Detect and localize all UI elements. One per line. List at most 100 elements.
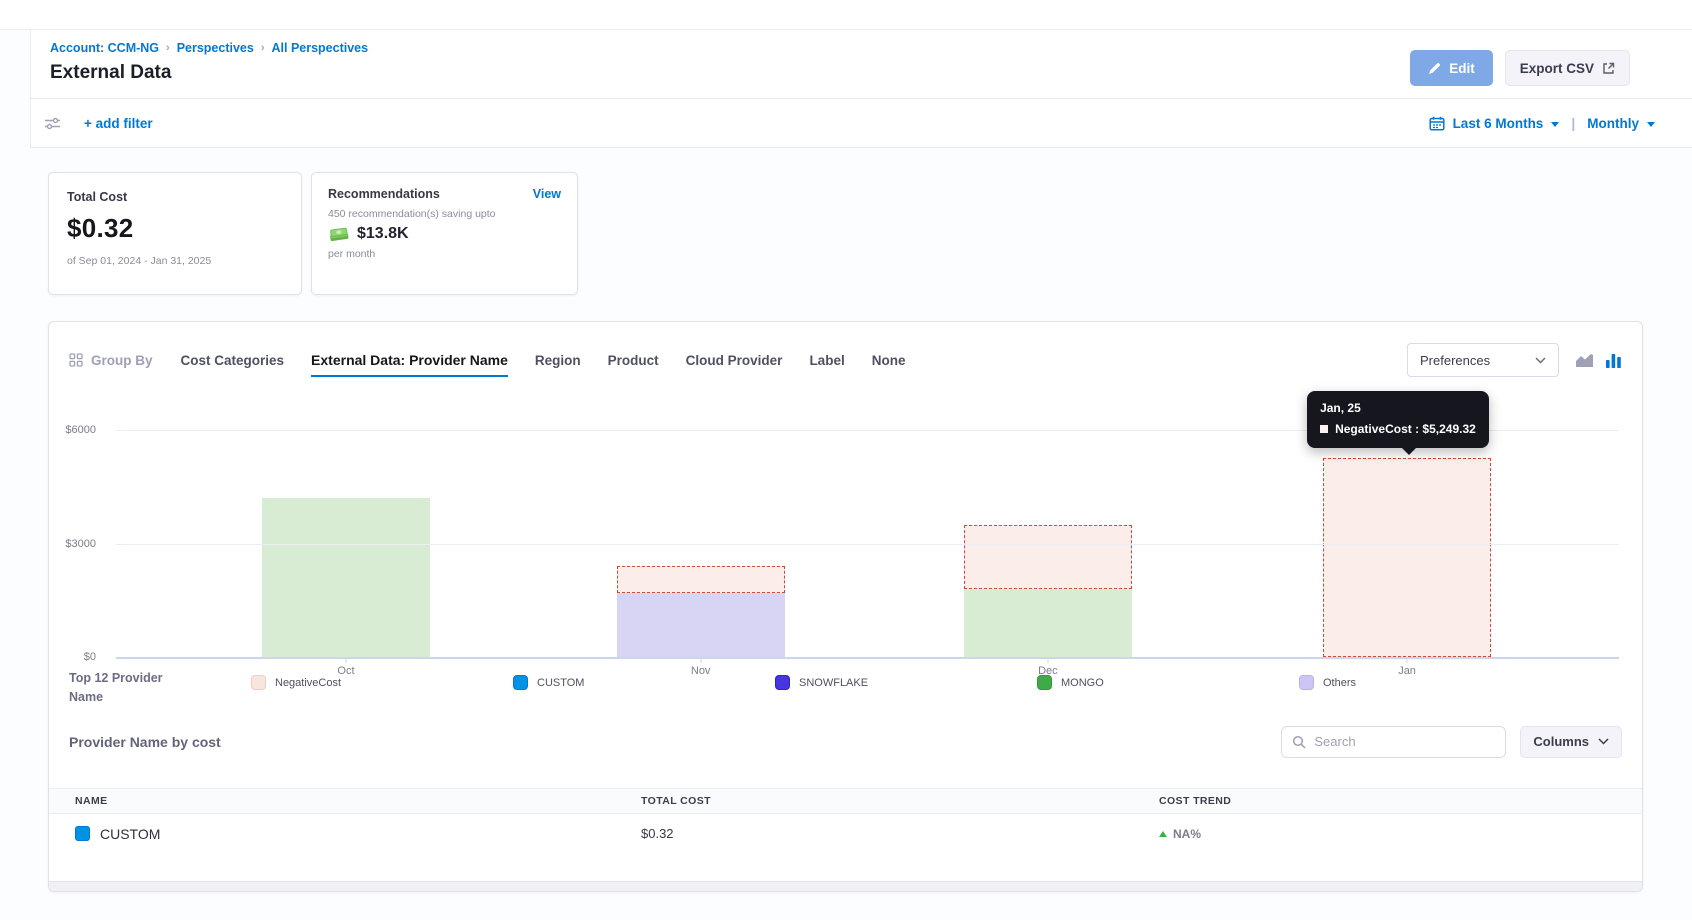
total-cost-value: $0.32	[67, 213, 283, 244]
date-controls: Last 6 Months | Monthly	[1429, 115, 1655, 131]
search-icon	[1292, 735, 1306, 749]
area-chart-icon[interactable]	[1575, 353, 1594, 368]
columns-button-label: Columns	[1533, 734, 1589, 749]
top-window-strip	[0, 0, 1692, 30]
x-axis-label-jan: Jan	[1398, 665, 1416, 677]
groupby-tab-product[interactable]: Product	[608, 353, 659, 368]
perspective-panel: Group By Cost Categories External Data: P…	[48, 321, 1643, 892]
legend-label: NegativeCost	[275, 677, 341, 689]
recommendations-title: Recommendations	[328, 187, 440, 201]
total-cost-title: Total Cost	[67, 190, 283, 204]
row-name-cell: CUSTOM	[75, 826, 641, 842]
preferences-select[interactable]: Preferences	[1407, 343, 1559, 377]
legend-item-mongo[interactable]: MONGO	[1037, 675, 1299, 690]
group-by-tabs: Cost Categories External Data: Provider N…	[181, 352, 906, 368]
add-filter-button[interactable]: + add filter	[84, 116, 153, 131]
recommendations-cadence: per month	[328, 248, 561, 260]
date-controls-divider: |	[1571, 115, 1575, 131]
granularity-selector[interactable]: Monthly	[1587, 116, 1639, 131]
bar-negativecost-nov[interactable]	[617, 566, 785, 592]
legend-item-snowflake[interactable]: SNOWFLAKE	[775, 675, 1037, 690]
row-color-swatch	[75, 826, 90, 841]
x-axis-label-oct: Oct	[337, 665, 354, 677]
breadcrumb-separator: ›	[261, 42, 265, 54]
legend-swatch-snowflake	[775, 675, 790, 690]
chevron-down-icon[interactable]	[1647, 122, 1655, 127]
legend-swatch-negativecost	[251, 675, 266, 690]
breadcrumb-separator: ›	[166, 42, 170, 54]
external-link-icon	[1602, 62, 1615, 75]
breadcrumb-link-perspectives[interactable]: Perspectives	[177, 41, 254, 55]
legend-label: Others	[1323, 677, 1356, 689]
legend-item-negativecost[interactable]: NegativeCost	[251, 675, 513, 690]
trend-value: NA%	[1173, 827, 1201, 841]
tooltip-date: Jan, 25	[1320, 401, 1476, 415]
legend-title: Top 12 Provider Name	[69, 669, 197, 708]
bar-chart-icon[interactable]	[1605, 353, 1622, 368]
column-header-name[interactable]: NAME	[75, 795, 641, 807]
filter-bar-left: + add filter	[44, 116, 153, 131]
tooltip-series-swatch-icon	[1320, 425, 1328, 433]
recommendations-savings: $13.8K	[357, 225, 409, 243]
chevron-down-icon[interactable]	[1551, 122, 1559, 127]
gridline	[116, 544, 1619, 545]
x-axis-label-nov: Nov	[691, 665, 711, 677]
legend-label: CUSTOM	[537, 677, 584, 689]
chart-controls: Preferences	[1407, 343, 1622, 377]
bar-negativecost-dec[interactable]	[964, 525, 1132, 589]
page-title: External Data	[50, 62, 368, 84]
date-range-selector[interactable]: Last 6 Months	[1453, 116, 1544, 131]
y-axis-tick-label: $6000	[49, 424, 96, 436]
column-header-cost-trend[interactable]: COST TREND	[1159, 795, 1642, 807]
legend-item-custom[interactable]: CUSTOM	[513, 675, 775, 690]
column-header-total-cost[interactable]: TOTAL COST	[641, 795, 1159, 807]
table-toolbar: Provider Name by cost Columns	[49, 726, 1642, 758]
x-axis-label-dec: Dec	[1038, 665, 1058, 677]
chevron-down-icon	[1598, 738, 1609, 745]
group-by-label: Group By	[69, 353, 153, 368]
page-content: Total Cost $0.32 of Sep 01, 2024 - Jan 3…	[0, 148, 1692, 892]
table-search-box	[1281, 726, 1506, 758]
groupby-tab-cloud-provider[interactable]: Cloud Provider	[686, 353, 783, 368]
groupby-tab-none[interactable]: None	[872, 353, 906, 368]
bar-mongo-dec[interactable]	[964, 589, 1132, 657]
search-input[interactable]	[1314, 734, 1495, 749]
group-by-label-text: Group By	[91, 353, 153, 368]
tooltip-series-row: NegativeCost : $5,249.32	[1320, 422, 1476, 436]
page-header-left: Account: CCM-NG › Perspectives › All Perspec…	[50, 41, 368, 84]
bar-negativecost-jan[interactable]	[1323, 458, 1491, 657]
row-name-label: CUSTOM	[100, 826, 160, 842]
legend-label: MONGO	[1061, 677, 1104, 689]
calendar-icon	[1429, 116, 1445, 131]
edit-button-label: Edit	[1449, 61, 1475, 76]
cost-chart: OctNovDecJanJan, 25NegativeCost : $5,249…	[49, 430, 1619, 657]
groupby-tab-region[interactable]: Region	[535, 353, 581, 368]
bar-others-nov[interactable]	[617, 593, 785, 657]
filter-sliders-icon[interactable]	[44, 116, 61, 131]
total-cost-period: of Sep 01, 2024 - Jan 31, 2025	[67, 255, 283, 267]
legend-swatch-others	[1299, 675, 1314, 690]
breadcrumb-link-account-ccm-ng[interactable]: Account: CCM-NG	[50, 41, 159, 55]
export-csv-button[interactable]: Export CSV	[1505, 50, 1630, 86]
table-bottom-scrollbar[interactable]	[49, 881, 1642, 891]
edit-button[interactable]: Edit	[1410, 50, 1493, 86]
chevron-down-icon	[1535, 357, 1546, 364]
gridline	[116, 657, 1619, 659]
table-body: CUSTOM$0.32NA%	[49, 814, 1642, 854]
recommendations-view-link[interactable]: View	[533, 187, 561, 201]
breadcrumb-link-all-perspectives[interactable]: All Perspectives	[272, 41, 369, 55]
recommendations-subtitle: 450 recommendation(s) saving upto	[328, 208, 561, 220]
columns-button[interactable]: Columns	[1520, 726, 1622, 758]
groupby-tab-cost-categories[interactable]: Cost Categories	[181, 353, 285, 368]
table-row-custom[interactable]: CUSTOM$0.32NA%	[49, 814, 1642, 854]
table-title: Provider Name by cost	[69, 734, 221, 750]
tooltip-series-value: NegativeCost : $5,249.32	[1335, 422, 1476, 436]
preferences-select-label: Preferences	[1420, 353, 1490, 368]
grid-icon	[69, 353, 83, 367]
groupby-tab-label[interactable]: Label	[809, 353, 844, 368]
bar-mongo-oct[interactable]	[262, 498, 430, 657]
chart-tooltip: Jan, 25 NegativeCost : $5,249.32	[1307, 391, 1489, 448]
export-csv-button-label: Export CSV	[1520, 61, 1594, 76]
legend-item-others[interactable]: Others	[1299, 675, 1561, 690]
groupby-tab-external-data-provider-name[interactable]: External Data: Provider Name	[311, 352, 508, 368]
